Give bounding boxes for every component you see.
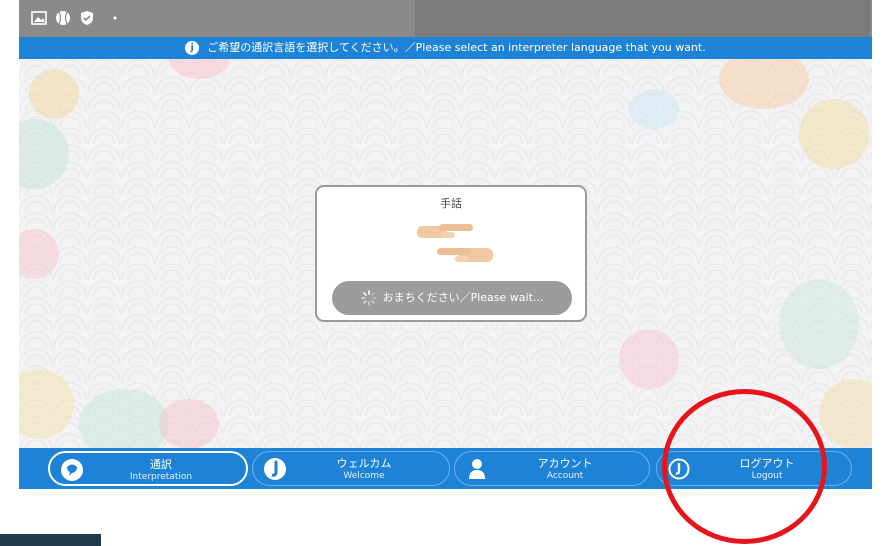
nav-welcome-sublabel: Welcome xyxy=(343,471,385,481)
status-bar xyxy=(19,0,872,37)
flower-decoration xyxy=(19,119,69,189)
nav-interpretation-button[interactable]: 通訳 Interpretation xyxy=(48,451,248,486)
nav-account-sublabel: Account xyxy=(546,471,584,481)
nav-welcome-label: ウェルカム xyxy=(336,457,392,470)
gallery-icon xyxy=(31,11,47,25)
shield-check-icon xyxy=(81,11,93,25)
flower-decoration xyxy=(29,69,79,119)
nav-interpretation-sublabel: Interpretation xyxy=(129,472,193,482)
flower-decoration xyxy=(779,279,859,369)
nav-account-button[interactable]: アカウント Account xyxy=(454,451,650,486)
flower-decoration xyxy=(169,59,229,79)
instruction-banner: j ご希望の通訳言語を選択してください。／Please select an int… xyxy=(19,37,872,59)
nav-interpretation-label: 通訳 xyxy=(150,458,172,471)
nav-welcome-button[interactable]: ウェルカム Welcome xyxy=(252,451,450,486)
nav-account-label: アカウント xyxy=(537,457,593,470)
baseball-icon xyxy=(56,11,70,25)
please-wait-indicator: おまちください／Please wait... xyxy=(332,281,572,315)
dialog-title: 手話 xyxy=(440,197,462,210)
flower-decoration xyxy=(619,329,679,389)
flower-decoration xyxy=(79,389,169,448)
interpretation-icon xyxy=(61,459,83,481)
flower-decoration xyxy=(819,379,872,448)
flower-decoration xyxy=(719,59,809,109)
banner-text: ご希望の通訳言語を選択してください。／Please select an inte… xyxy=(207,41,706,54)
flower-decoration xyxy=(799,99,869,169)
flower-decoration xyxy=(159,399,219,448)
welcome-icon xyxy=(264,458,286,480)
j-logo-icon: j xyxy=(185,41,200,55)
account-icon xyxy=(469,459,485,479)
corner-block xyxy=(0,534,101,546)
status-bar-right-area xyxy=(415,0,870,37)
loading-dialog: 手話 おまちください／Please wait... xyxy=(315,185,587,322)
flower-decoration xyxy=(19,229,59,279)
flower-decoration xyxy=(19,369,74,439)
flower-decoration xyxy=(629,89,679,129)
dot-icon xyxy=(113,16,117,20)
please-wait-label: おまちください／Please wait... xyxy=(382,291,544,304)
sign-language-hands-icon xyxy=(417,224,493,262)
loading-spinner-icon xyxy=(360,290,377,306)
red-highlight-circle xyxy=(662,389,827,544)
